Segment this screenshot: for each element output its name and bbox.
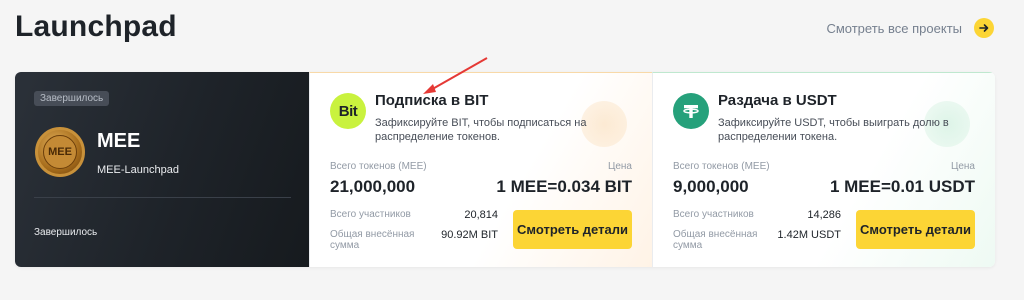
divider bbox=[34, 197, 291, 198]
launchpad-project-panel: Завершилось MEE MEE MEE-Launchpad Заверш… bbox=[15, 72, 995, 267]
participants-value: 14,286 bbox=[807, 209, 841, 221]
price-label: Цена bbox=[607, 161, 632, 172]
tokens-value: 21,000,000 bbox=[330, 177, 416, 196]
price-value: 1 MEE=0.01 USDT bbox=[829, 177, 975, 196]
bit-logo-icon: Bit bbox=[330, 93, 366, 129]
participants-label: Всего участников bbox=[330, 209, 411, 220]
project-summary-card[interactable]: Завершилось MEE MEE MEE-Launchpad Заверш… bbox=[15, 72, 309, 267]
card-title: Раздача в USDT bbox=[718, 92, 837, 109]
view-details-button[interactable]: Смотреть детали bbox=[513, 210, 632, 249]
price-label: Цена bbox=[950, 161, 975, 172]
arrow-right-icon[interactable] bbox=[974, 18, 994, 38]
deposit-value: 90.92M BIT bbox=[441, 229, 498, 241]
deposit-value: 1.42M USDT bbox=[777, 229, 841, 241]
page-title: Launchpad bbox=[15, 10, 177, 43]
tokens-value: 9,000,000 bbox=[673, 177, 749, 196]
project-status: Завершилось bbox=[34, 227, 98, 238]
view-all-projects-link[interactable]: Смотреть все проекты bbox=[826, 18, 994, 38]
card-description: Зафиксируйте USDT, чтобы выиграть долю в… bbox=[718, 117, 949, 143]
annotation-arrow bbox=[423, 57, 488, 94]
status-badge: Завершилось bbox=[34, 91, 110, 106]
price-value: 1 MEE=0.034 BIT bbox=[496, 177, 632, 196]
coin-label: MEE bbox=[43, 135, 77, 169]
mee-coin-icon: MEE bbox=[35, 127, 85, 177]
participants-label: Всего участников bbox=[673, 209, 754, 220]
view-details-button[interactable]: Смотреть детали bbox=[856, 210, 975, 249]
card-description: Зафиксируйте BIT, чтобы подписаться на р… bbox=[375, 117, 587, 143]
deposit-label: Общая внесённая сумма bbox=[673, 229, 758, 251]
project-name: MEE bbox=[97, 130, 141, 152]
view-all-label: Смотреть все проекты bbox=[826, 20, 962, 36]
usdt-airdrop-card: Раздача в USDT Зафиксируйте USDT, чтобы … bbox=[652, 72, 995, 267]
participants-value: 20,814 bbox=[464, 209, 498, 221]
deposit-label: Общая внесённая сумма bbox=[330, 229, 415, 251]
project-subtitle: MEE-Launchpad bbox=[97, 164, 179, 176]
bit-subscription-card: Bit Подписка в BIT Зафиксируйте BIT, что… bbox=[309, 72, 652, 267]
tokens-label: Всего токенов (MEE) bbox=[330, 161, 427, 172]
tokens-label: Всего токенов (MEE) bbox=[673, 161, 770, 172]
tether-logo-icon bbox=[673, 93, 709, 129]
